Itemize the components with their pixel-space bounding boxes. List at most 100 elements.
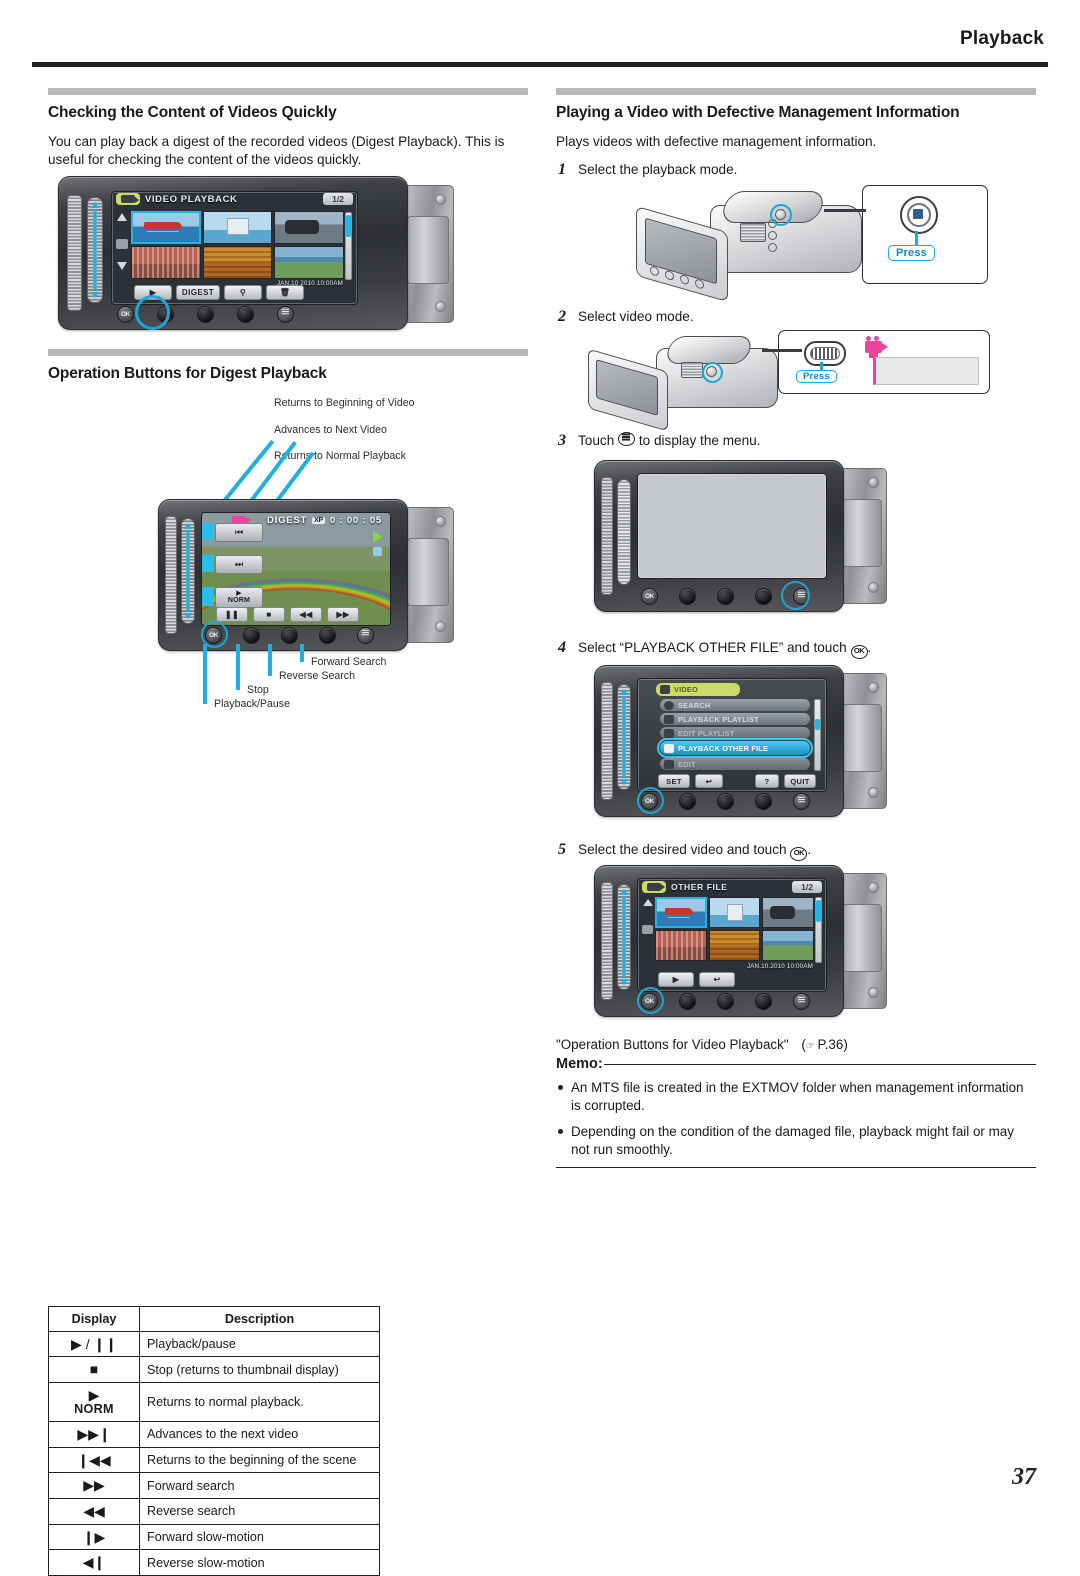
digest-button[interactable]: DIGEST	[176, 284, 220, 300]
lcd-other-file: OTHER FILE 1/2 JAN.10.2010 10:00AM ▶ ↩	[637, 878, 827, 993]
thumbnail-item[interactable]	[274, 210, 344, 244]
hw-button-3[interactable]	[717, 588, 734, 606]
hardware-button-row[interactable]: OK	[641, 793, 810, 811]
lcd-digest-playback: DIGEST XP 0 : 00 : 05 ⏮ ⏭ ▶ NORM ❚❚ ■ ◀◀…	[201, 511, 391, 626]
hardware-button-row[interactable]: OK	[641, 993, 810, 1011]
menu-button[interactable]	[793, 588, 810, 606]
hw-button-3[interactable]	[281, 626, 298, 644]
hw-button-4[interactable]	[755, 793, 772, 811]
thumbnail-item[interactable]	[131, 210, 201, 244]
vertical-scrollbar[interactable]	[815, 897, 822, 964]
leader-line-forward-search	[300, 643, 304, 662]
menu-button[interactable]	[357, 626, 374, 644]
transport-buttons[interactable]: ❚❚ ■ ◀◀ ▶▶	[216, 606, 380, 622]
menu-title-label: VIDEO	[674, 685, 698, 695]
hw-button-3[interactable]	[197, 305, 214, 323]
thumbnail-item[interactable]	[655, 897, 707, 929]
thumbnail-item[interactable]	[708, 930, 761, 962]
advance-next-button[interactable]: ⏭	[215, 554, 263, 574]
search-icon[interactable]: ⚲	[224, 284, 262, 300]
thumbnail-item[interactable]	[202, 210, 273, 244]
pointer-icon: ☞	[805, 1041, 815, 1053]
page-indicator: 1/2	[323, 193, 353, 206]
video-mode-icon	[865, 336, 888, 359]
video-mode-icon	[660, 685, 670, 695]
cross-reference-text: "Operation Buttons for Video Playback"	[556, 1037, 789, 1053]
screen-slider[interactable]	[617, 684, 631, 791]
pause-button[interactable]: ❚❚	[216, 606, 248, 622]
screen-op-buttons[interactable]: ▶ DIGEST ⚲ 🗑	[134, 284, 345, 300]
forward-search-button[interactable]: ▶▶	[327, 606, 359, 622]
callout-reverse-search: Reverse Search	[279, 669, 355, 682]
hw-button-2[interactable]	[679, 588, 696, 606]
stop-button[interactable]: ■	[253, 606, 285, 622]
menu-item-edit-playlist[interactable]: EDIT PLAYLIST	[660, 727, 810, 740]
thumbnail-grid[interactable]	[655, 897, 814, 962]
hw-button-4[interactable]	[319, 626, 336, 644]
screen-slider[interactable]	[181, 517, 195, 624]
reverse-search-button[interactable]: ◀◀	[290, 606, 322, 622]
delete-icon[interactable]: 🗑	[266, 284, 304, 300]
thumbnail-item[interactable]	[708, 897, 761, 929]
thumbnail-item[interactable]	[762, 897, 814, 929]
menu-item-edit[interactable]: EDIT	[660, 758, 810, 771]
return-beginning-button[interactable]: ⏮	[215, 522, 263, 542]
thumbnail-grid[interactable]	[131, 210, 344, 279]
hw-button-4[interactable]	[755, 588, 772, 606]
set-button[interactable]: SET	[658, 774, 690, 789]
memo-list: An MTS file is created in the EXTMOV fol…	[556, 1079, 1036, 1158]
thumbnail-item[interactable]	[274, 245, 344, 279]
hardware-button-row[interactable]: OK	[641, 588, 810, 606]
leader-line-playback-pause	[203, 643, 207, 704]
menu-button[interactable]	[793, 993, 810, 1011]
hw-button-2[interactable]	[679, 793, 696, 811]
screen-op-buttons[interactable]: ▶ ↩	[658, 972, 814, 988]
menu-scrollbar[interactable]	[814, 699, 821, 772]
back-button[interactable]: ↩	[699, 972, 735, 988]
callout-returns-beginning: Returns to Beginning of Video	[274, 396, 415, 409]
hw-button-3[interactable]	[717, 793, 734, 811]
menu-item-playback-playlist[interactable]: PLAYBACK PLAYLIST	[660, 713, 810, 726]
hw-button-2[interactable]	[679, 993, 696, 1011]
menu-button[interactable]	[793, 793, 810, 811]
back-button[interactable]: ↩	[695, 774, 723, 789]
screen-slider[interactable]	[617, 479, 631, 586]
help-button[interactable]: ?	[755, 774, 779, 789]
ok-button[interactable]: OK	[641, 993, 658, 1011]
menu-bottom-buttons[interactable]: SET ↩ ? QUIT	[658, 774, 816, 789]
menu-item-playback-other-file[interactable]: PLAYBACK OTHER FILE	[657, 738, 813, 759]
mode-bar	[873, 357, 979, 386]
thumbnail-item[interactable]	[131, 245, 201, 279]
screen-slider[interactable]	[617, 884, 631, 991]
quit-button[interactable]: QUIT	[784, 774, 816, 789]
hw-button-4[interactable]	[755, 993, 772, 1011]
panel-leader-2	[762, 349, 802, 353]
screen-slider[interactable]	[87, 196, 103, 303]
hw-button-4[interactable]	[237, 305, 254, 323]
menu-item-label: PLAYBACK OTHER FILE	[678, 743, 769, 753]
display-icon: ❙▶	[48, 1523, 140, 1551]
menu-item-search[interactable]: SEARCH	[660, 699, 810, 712]
ok-button[interactable]: OK	[641, 793, 658, 811]
hw-button-3[interactable]	[717, 993, 734, 1011]
display-icon: ◀❙	[48, 1549, 140, 1576]
table-row: ▶▶❙ Advances to the next video	[48, 1420, 380, 1448]
normal-playback-button[interactable]: ▶ NORM	[215, 586, 263, 608]
display-icon: ◀◀	[48, 1498, 140, 1525]
thumbnail-item[interactable]	[762, 930, 814, 962]
play-button[interactable]: ▶	[134, 284, 172, 300]
ok-button[interactable]: OK	[641, 588, 658, 606]
thumbnail-item[interactable]	[655, 930, 707, 962]
edit-playlist-icon	[664, 728, 674, 738]
lcd-menu: VIDEO SEARCH PLAYBACK PLAYLIST EDIT PLAY…	[637, 678, 827, 793]
ok-button[interactable]: OK	[117, 305, 134, 323]
hw-button-2[interactable]	[243, 626, 260, 644]
ok-button[interactable]: OK	[205, 626, 222, 644]
thumbnail-item[interactable]	[202, 245, 273, 279]
menu-button[interactable]	[277, 305, 294, 323]
hw-button-2[interactable]	[157, 305, 174, 323]
play-button[interactable]: ▶	[658, 972, 694, 988]
hardware-button-row[interactable]: OK	[117, 305, 294, 323]
hardware-button-row[interactable]: OK	[205, 626, 374, 644]
vertical-scrollbar[interactable]	[345, 211, 352, 280]
